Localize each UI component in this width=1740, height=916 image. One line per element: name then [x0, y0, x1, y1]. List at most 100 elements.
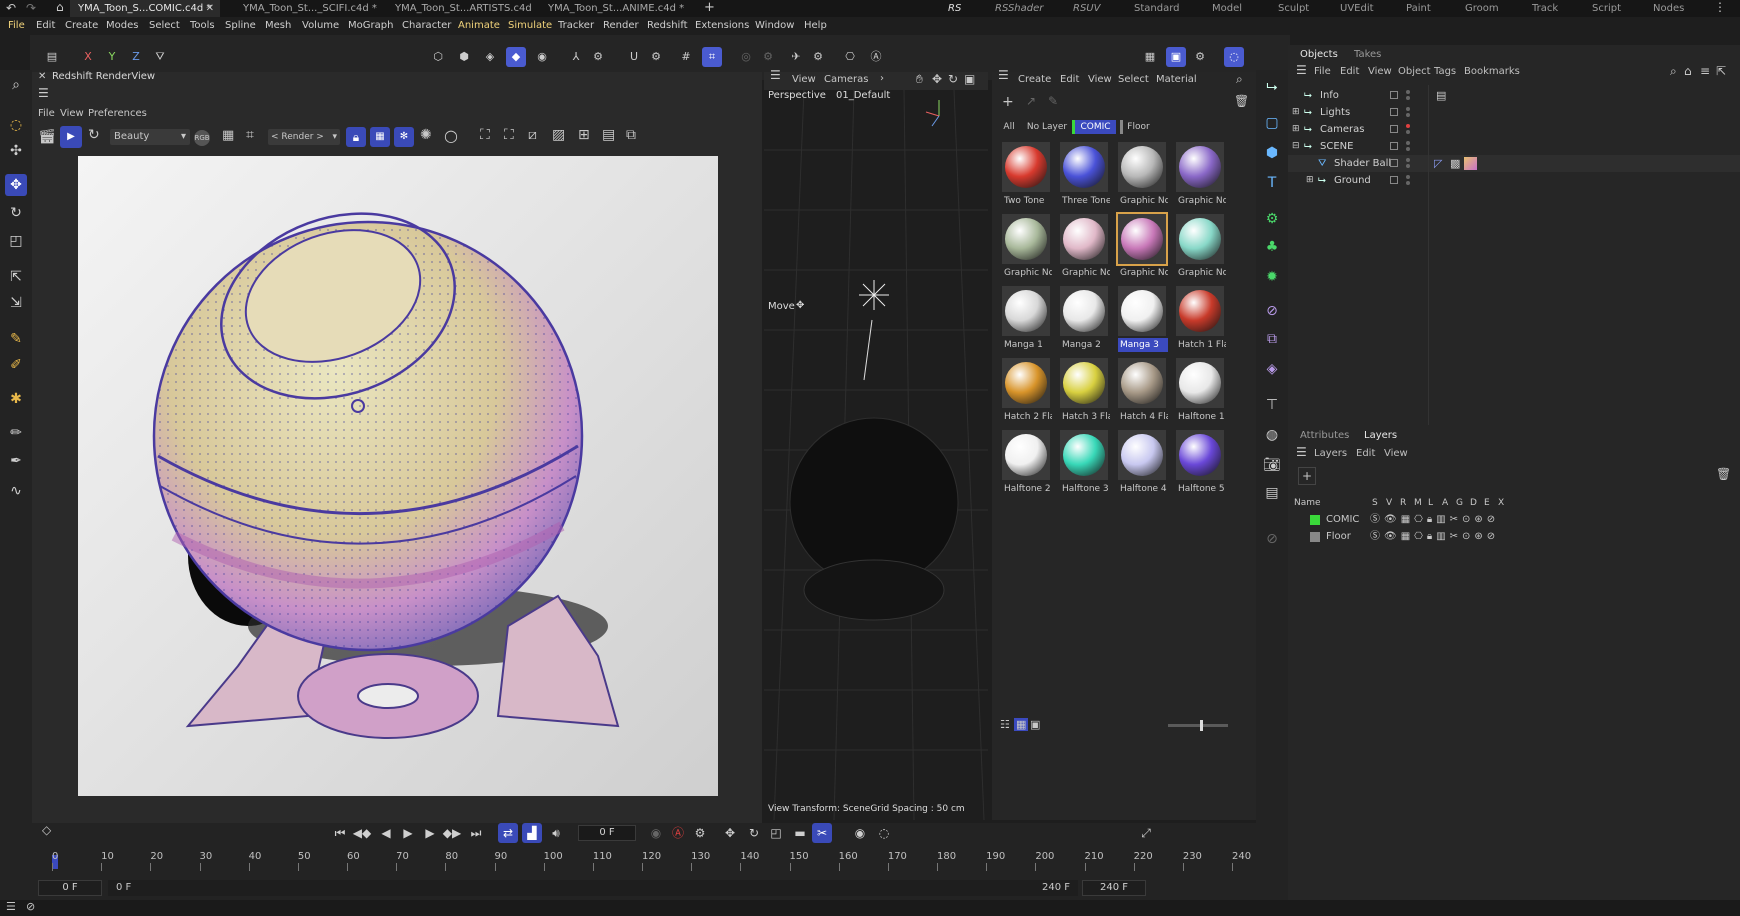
filter-all[interactable]: All	[998, 120, 1020, 134]
hamburger-icon[interactable]: ☰	[998, 68, 1009, 82]
fit-icon[interactable]: ⛶	[480, 127, 490, 143]
generator-icon[interactable]: ⚙	[1261, 208, 1283, 230]
tab-doc-1[interactable]: YMA_Toon_S...COMIC.c4d * ✕	[70, 0, 220, 17]
material-tag-icon[interactable]	[1464, 157, 1477, 170]
tab-attributes[interactable]: Attributes	[1300, 427, 1349, 445]
current-frame-field[interactable]: 0 F	[578, 825, 636, 841]
material-swatch[interactable]: Graphic No	[1116, 140, 1168, 212]
placement-icon[interactable]: ⇲	[5, 292, 27, 314]
material-swatch[interactable]: Graphic No	[1174, 140, 1226, 212]
workplane-icon[interactable]: ⌗	[702, 47, 722, 67]
hamburger-icon[interactable]: ☰	[6, 900, 16, 913]
layer-color-swatch[interactable]	[1310, 515, 1320, 525]
hamburger-icon[interactable]: ☰	[770, 68, 781, 82]
layout-standard[interactable]: Standard	[1134, 0, 1180, 17]
visibility-check[interactable]	[1390, 142, 1398, 150]
layer-name[interactable]: Floor	[1326, 528, 1351, 545]
mesh-icon[interactable]: ◈	[1261, 358, 1283, 380]
render-settings-icon[interactable]: ⚙	[1190, 47, 1210, 67]
editor-dot[interactable]	[1406, 107, 1410, 111]
filter-comic[interactable]: COMIC	[1072, 120, 1116, 134]
layers-menu-edit[interactable]: Edit	[1356, 446, 1375, 462]
keyframe-icon[interactable]: ◇	[42, 823, 51, 837]
prev-key-icon[interactable]: ◀◆	[352, 823, 372, 843]
burst-icon[interactable]: ✺	[420, 127, 432, 143]
lock-icon[interactable]: 🔒︎	[346, 127, 366, 147]
viewport-camera[interactable]: 01_Default	[836, 90, 890, 101]
menu-tools[interactable]: Tools	[190, 17, 215, 35]
pencil-icon[interactable]: ⊘	[1261, 528, 1283, 550]
pan-icon[interactable]: ✋︎	[916, 72, 923, 87]
render-icon[interactable]: ▤	[1261, 482, 1283, 504]
search-icon[interactable]: ⌕	[1670, 64, 1677, 79]
column-divider[interactable]	[1428, 85, 1429, 425]
paint-icon[interactable]: ✒	[5, 450, 27, 472]
tab-layers[interactable]: Layers	[1364, 427, 1397, 445]
floor-icon[interactable]: ⊤	[1261, 394, 1283, 416]
filter-icon[interactable]: ≡	[1700, 64, 1710, 78]
hamburger-icon[interactable]: ☰	[1296, 63, 1307, 77]
camera-icon[interactable]: 📷︎	[1261, 454, 1283, 476]
col-name[interactable]: Name	[1294, 495, 1321, 511]
magnet-brush-icon[interactable]: ∿	[5, 480, 27, 502]
vp-menu-cameras[interactable]: Cameras	[824, 74, 868, 85]
alembic-icon[interactable]: Ⓐ	[866, 47, 886, 67]
material-swatch[interactable]: Halftone 3	[1058, 428, 1110, 500]
copy-icon[interactable]: ⧉	[626, 127, 636, 143]
expand-icon[interactable]: ⊞	[1292, 104, 1300, 121]
scale-tool-icon[interactable]: ◰	[5, 230, 27, 252]
mat-menu-create[interactable]: Create	[1018, 74, 1051, 85]
edges-mode-icon[interactable]: ◈	[480, 47, 500, 67]
frame-range-bar[interactable]: 0 F 240 F	[108, 880, 1078, 896]
om-menu-bookmarks[interactable]: Bookmarks	[1464, 64, 1520, 80]
spline-square-icon[interactable]: ▢	[1261, 112, 1283, 134]
phong-tag-icon[interactable]: ◸	[1434, 155, 1442, 172]
tab-doc-4[interactable]: YMA_Toon_St...ANIME.c4d *	[540, 0, 684, 17]
checker-tag-icon[interactable]: ▩	[1450, 155, 1460, 172]
coordinate-system-icon[interactable]: ⛛	[150, 47, 170, 67]
layer-name[interactable]: COMIC	[1326, 511, 1359, 528]
rv-menu-file[interactable]: File	[38, 108, 55, 119]
sound-icon[interactable]: 🔊︎	[546, 823, 566, 843]
object-row-scene[interactable]: ⊟ ⮡ SCENE	[1288, 138, 1740, 155]
rotation-key-icon[interactable]: ↻	[744, 823, 764, 843]
col-e[interactable]: E	[1484, 495, 1490, 511]
vp-menu-view[interactable]: View	[792, 74, 816, 85]
menu-character[interactable]: Character	[402, 17, 451, 35]
mat-menu-edit[interactable]: Edit	[1060, 74, 1079, 85]
pencil-icon[interactable]: ✎	[1048, 94, 1058, 108]
snapshot-icon[interactable]: ▨	[552, 127, 565, 143]
grid-view-icon[interactable]: ▦	[1014, 718, 1029, 731]
cube-icon[interactable]: ⬢	[1261, 142, 1283, 164]
maximize-icon[interactable]: ▣	[964, 72, 975, 86]
param-key-icon[interactable]: ▬	[790, 823, 810, 843]
volume-icon[interactable]: ⧉	[1261, 328, 1283, 350]
om-menu-edit[interactable]: Edit	[1340, 64, 1359, 80]
home-icon[interactable]: ⌂	[56, 0, 64, 14]
uv-mode-icon[interactable]: ◉	[532, 47, 552, 67]
editor-dot[interactable]	[1406, 124, 1410, 128]
object-row-cameras[interactable]: ⊞ ⮡ Cameras	[1288, 121, 1740, 138]
key-settings-icon[interactable]: ⚙	[690, 823, 710, 843]
scene-icon[interactable]: ⎔	[840, 47, 860, 67]
axis-x-toggle[interactable]: X	[78, 47, 98, 67]
preview-range-icon[interactable]: ▟	[522, 823, 542, 843]
rotate-view-icon[interactable]: ↻	[948, 72, 958, 86]
editor-dot[interactable]	[1406, 90, 1410, 94]
mat-menu-view[interactable]: View	[1088, 74, 1112, 85]
lock-icon[interactable]: ◎	[736, 47, 756, 67]
aov-select[interactable]: Beauty ▾	[110, 129, 190, 145]
rv-menu-view[interactable]: View	[60, 108, 84, 119]
max-frame-label[interactable]: 240 F	[1042, 880, 1070, 896]
tab-takes[interactable]: Takes	[1354, 46, 1381, 64]
sketch-icon[interactable]: ✐	[5, 354, 27, 376]
editor-dot[interactable]	[1406, 158, 1410, 162]
material-swatch[interactable]: Halftone 4	[1116, 428, 1168, 500]
polygons-mode-icon[interactable]: ◆	[506, 47, 526, 67]
material-swatch[interactable]: Halftone 2	[1000, 428, 1052, 500]
col-r[interactable]: R	[1400, 495, 1406, 511]
deformer-icon[interactable]: ✹	[1261, 266, 1283, 288]
expand-icon[interactable]: ⇱	[1716, 64, 1726, 78]
slider-handle[interactable]	[1200, 720, 1203, 731]
visibility-check[interactable]	[1390, 108, 1398, 116]
